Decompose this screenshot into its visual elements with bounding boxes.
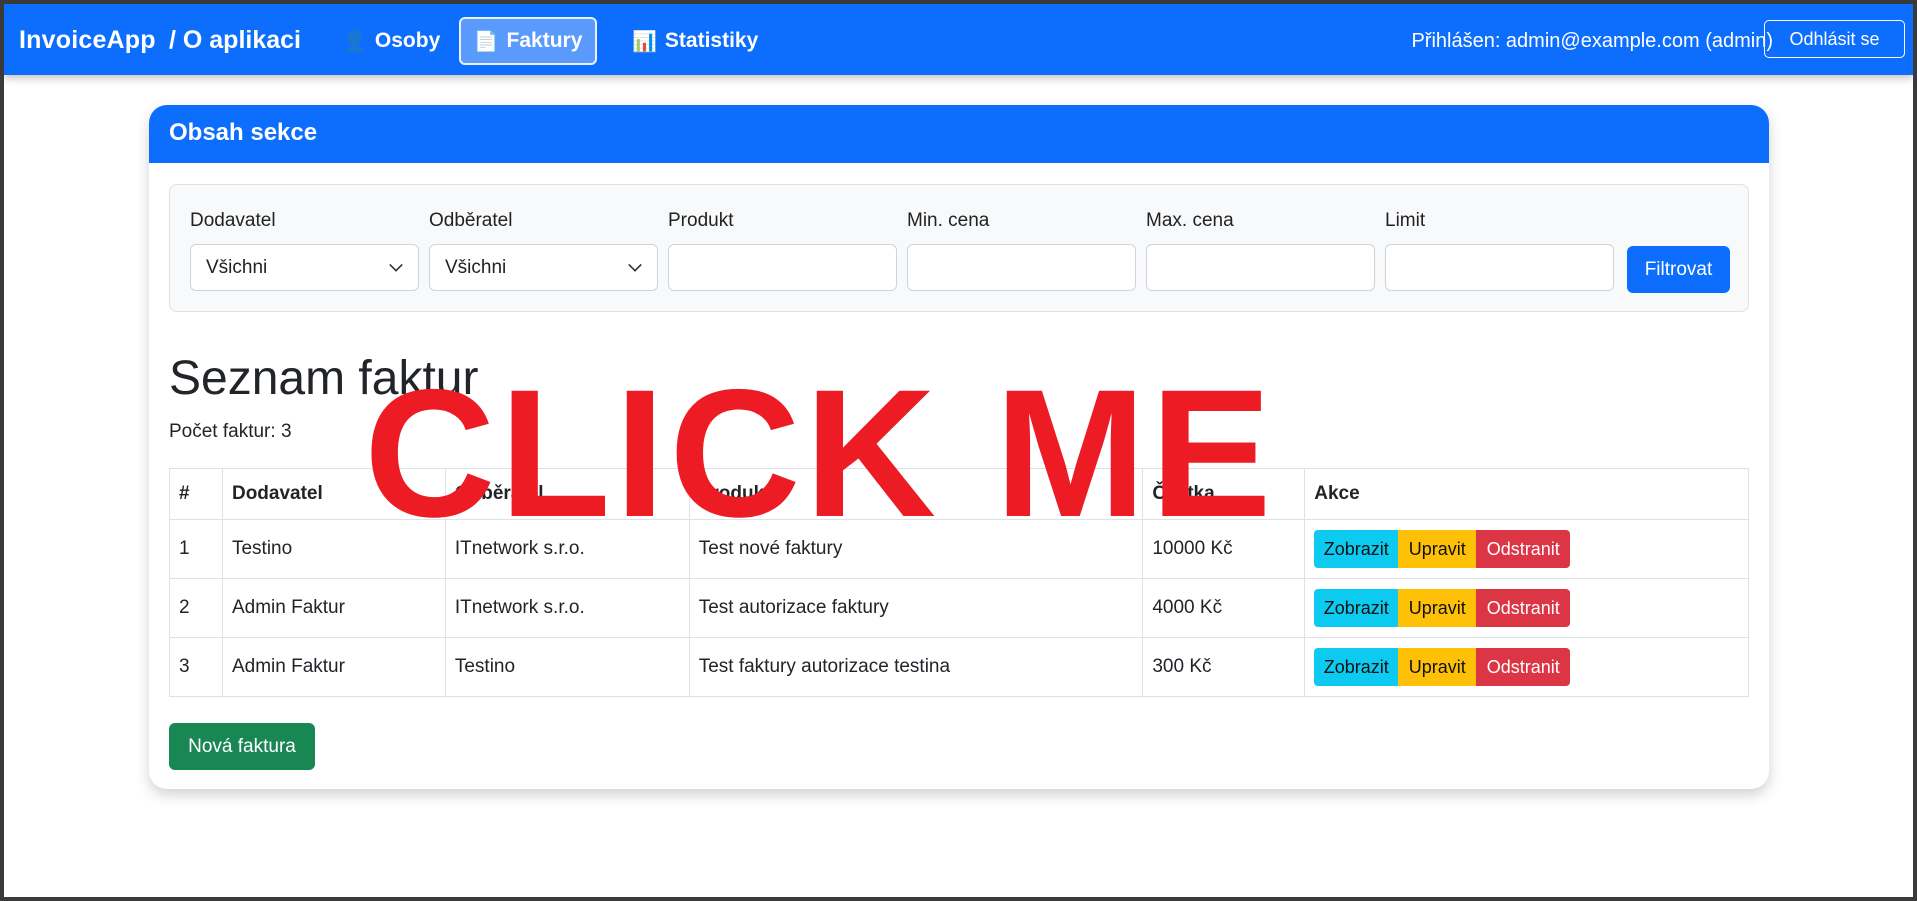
filter-form: Dodavatel Všichni Odběratel Všichni Prod…: [169, 184, 1749, 312]
cell-amount: 4000 Kč: [1142, 578, 1306, 638]
filter-limit-group: Limit: [1385, 210, 1614, 291]
nav-osoby[interactable]: 👤 Osoby: [324, 17, 458, 65]
app-window: InvoiceApp / O aplikaci 👤 Osoby 📄 Faktur…: [4, 4, 1913, 897]
filter-min-label: Min. cena: [907, 210, 990, 231]
view-button[interactable]: Zobrazit: [1314, 648, 1399, 686]
filter-supplier-label: Dodavatel: [190, 210, 276, 231]
max-price-input[interactable]: [1146, 244, 1375, 291]
cell-actions: Zobrazit Upravit Odstranit: [1304, 637, 1749, 697]
nav-statistiky-label: Statistiky: [664, 29, 759, 52]
filter-customer-group: Odběratel Všichni: [429, 210, 658, 291]
cell-id: 3: [169, 637, 223, 697]
nav-faktury[interactable]: 📄 Faktury: [459, 17, 597, 65]
about-link[interactable]: / O aplikaci: [169, 26, 301, 55]
col-header-id: #: [169, 468, 223, 520]
customer-select[interactable]: Všichni: [429, 244, 658, 291]
brand-link[interactable]: InvoiceApp: [19, 26, 156, 55]
click-me-overlay[interactable]: CLICK ME: [364, 362, 1276, 544]
new-invoice-button[interactable]: Nová faktura: [169, 723, 315, 770]
nav-statistiky[interactable]: 📊 Statistiky: [614, 17, 776, 65]
cell-product: Test autorizace faktury: [688, 578, 1144, 638]
person-icon: 👤: [342, 30, 367, 53]
filter-max-group: Max. cena: [1146, 210, 1375, 291]
filter-button[interactable]: Filtrovat: [1627, 246, 1730, 293]
bar-chart-icon: 📊: [632, 30, 657, 53]
filter-product-label: Produkt: [668, 210, 734, 231]
nav-osoby-label: Osoby: [374, 29, 441, 52]
limit-input[interactable]: [1385, 244, 1614, 291]
cell-supplier: Admin Faktur: [221, 637, 446, 697]
filter-min-group: Min. cena: [907, 210, 1136, 291]
view-button[interactable]: Zobrazit: [1314, 530, 1399, 568]
top-navbar: InvoiceApp / O aplikaci 👤 Osoby 📄 Faktur…: [4, 4, 1913, 75]
filter-limit-label: Limit: [1385, 210, 1426, 231]
customer-select-value: Všichni: [445, 256, 507, 278]
filter-customer-label: Odběratel: [429, 210, 513, 231]
cell-actions: Zobrazit Upravit Odstranit: [1304, 519, 1749, 579]
cell-amount: 300 Kč: [1142, 637, 1306, 697]
invoice-count: Počet faktur: 3: [169, 421, 292, 442]
delete-button[interactable]: Odstranit: [1476, 648, 1571, 686]
view-button[interactable]: Zobrazit: [1314, 589, 1399, 627]
chevron-down-icon: [628, 258, 642, 272]
filter-supplier-group: Dodavatel Všichni: [190, 210, 419, 291]
edit-button[interactable]: Upravit: [1398, 648, 1477, 686]
cell-id: 1: [169, 519, 223, 579]
login-status: Přihlášen: admin@example.com (admin): [1411, 30, 1773, 52]
logout-button[interactable]: Odhlásit se: [1764, 20, 1905, 58]
min-price-input[interactable]: [907, 244, 1136, 291]
edit-button[interactable]: Upravit: [1398, 589, 1477, 627]
product-input[interactable]: [668, 244, 897, 291]
delete-button[interactable]: Odstranit: [1476, 530, 1571, 568]
supplier-select[interactable]: Všichni: [190, 244, 419, 291]
nav-faktury-label: Faktury: [506, 29, 583, 52]
cell-customer: ITnetwork s.r.o.: [444, 578, 690, 638]
supplier-select-value: Všichni: [206, 256, 268, 278]
document-icon: 📄: [473, 30, 499, 53]
col-header-actions: Akce: [1304, 468, 1749, 520]
cell-actions: Zobrazit Upravit Odstranit: [1304, 578, 1749, 638]
table-row: 2 Admin Faktur ITnetwork s.r.o. Test aut…: [169, 578, 1749, 638]
card-header: Obsah sekce: [149, 105, 1769, 163]
cell-supplier: Admin Faktur: [221, 578, 446, 638]
delete-button[interactable]: Odstranit: [1476, 589, 1571, 627]
chevron-down-icon: [389, 258, 403, 272]
filter-product-group: Produkt: [668, 210, 897, 291]
table-row: 3 Admin Faktur Testino Test faktury auto…: [169, 637, 1749, 697]
cell-id: 2: [169, 578, 223, 638]
cell-product: Test faktury autorizace testina: [688, 637, 1144, 697]
filter-max-label: Max. cena: [1146, 210, 1234, 231]
edit-button[interactable]: Upravit: [1398, 530, 1477, 568]
cell-customer: Testino: [444, 637, 690, 697]
